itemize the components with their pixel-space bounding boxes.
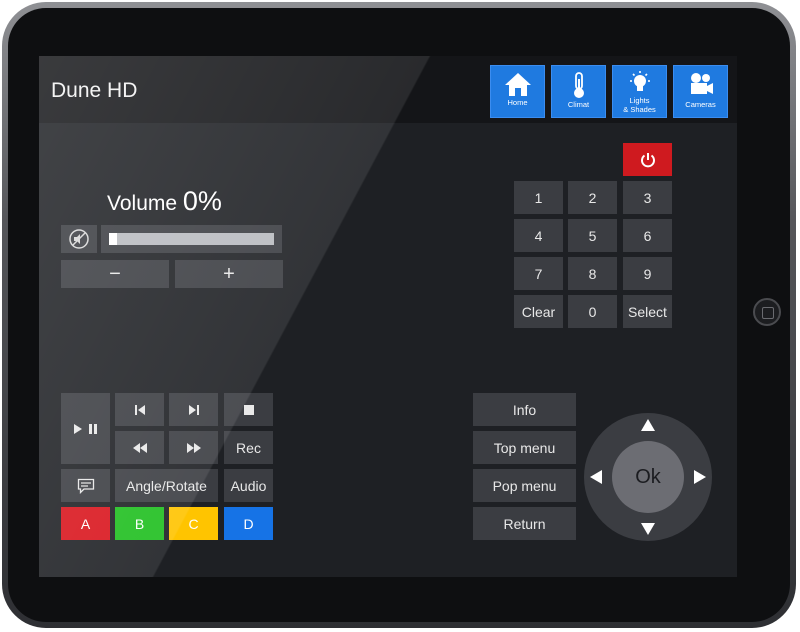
keypad-3[interactable]: 3: [623, 181, 672, 214]
mute-icon: [69, 229, 89, 249]
header-bar: Dune HD Home Climat Lights & Shades Came…: [39, 56, 737, 123]
nav-lights-label: Lights & Shades: [613, 96, 666, 114]
volume-up-button[interactable]: +: [175, 260, 283, 288]
fast-forward-icon: [186, 442, 201, 453]
rewind-button[interactable]: [115, 431, 164, 464]
stop-button[interactable]: [224, 393, 273, 426]
power-icon: [640, 152, 655, 167]
subtitles-button[interactable]: [61, 469, 110, 502]
nav-lights-button[interactable]: Lights & Shades: [612, 65, 667, 118]
tablet-home-button[interactable]: [753, 298, 781, 326]
rec-button[interactable]: Rec: [224, 431, 273, 464]
nav-cameras-label: Cameras: [685, 100, 716, 109]
angle-rotate-button[interactable]: Angle/Rotate: [115, 469, 218, 502]
volume-slider-track: [109, 233, 274, 245]
mute-button[interactable]: [61, 225, 97, 253]
keypad-select[interactable]: Select: [623, 295, 672, 328]
keypad-9[interactable]: 9: [623, 257, 672, 290]
volume-slider[interactable]: [101, 225, 282, 253]
keypad-8[interactable]: 8: [568, 257, 617, 290]
fast-forward-button[interactable]: [169, 431, 218, 464]
nav-climat-label: Climat: [567, 100, 590, 109]
color-button-a[interactable]: A: [61, 507, 110, 540]
color-button-d[interactable]: D: [224, 507, 273, 540]
video-camera-icon: [690, 73, 713, 94]
keypad-2[interactable]: 2: [568, 181, 617, 214]
pop-menu-button[interactable]: Pop menu: [473, 469, 576, 502]
light-bulb-icon: [629, 71, 650, 91]
power-button[interactable]: [623, 143, 672, 176]
dpad-down-arrow-icon[interactable]: [641, 523, 655, 535]
dpad-right-arrow-icon[interactable]: [694, 470, 706, 484]
color-button-b[interactable]: B: [115, 507, 164, 540]
skip-previous-icon: [134, 404, 145, 415]
play-pause-icon: [73, 423, 97, 434]
top-menu-button[interactable]: Top menu: [473, 431, 576, 464]
play-pause-button[interactable]: [61, 393, 110, 464]
volume-label: Volume: [107, 192, 178, 215]
next-track-button[interactable]: [169, 393, 218, 426]
subtitles-icon: [77, 478, 94, 494]
keypad-0[interactable]: 0: [568, 295, 617, 328]
navigation-dpad: Ok: [584, 413, 712, 541]
stop-icon: [243, 404, 254, 415]
volume-down-button[interactable]: −: [61, 260, 169, 288]
keypad-7[interactable]: 7: [514, 257, 563, 290]
nav-home-label: Home: [507, 98, 528, 107]
home-icon: [504, 73, 531, 96]
dpad-left-arrow-icon[interactable]: [590, 470, 602, 484]
page-title: Dune HD: [51, 79, 138, 102]
keypad-1[interactable]: 1: [514, 181, 563, 214]
color-button-c[interactable]: C: [169, 507, 218, 540]
keypad-4[interactable]: 4: [514, 219, 563, 252]
audio-button[interactable]: Audio: [224, 469, 273, 502]
return-button[interactable]: Return: [473, 507, 576, 540]
thermometer-icon: [573, 72, 584, 98]
previous-track-button[interactable]: [115, 393, 164, 426]
keypad-clear[interactable]: Clear: [514, 295, 563, 328]
dpad-up-arrow-icon[interactable]: [641, 419, 655, 431]
keypad-6[interactable]: 6: [623, 219, 672, 252]
nav-home-button[interactable]: Home: [490, 65, 545, 118]
skip-next-icon: [188, 404, 199, 415]
rewind-icon: [132, 442, 147, 453]
nav-climat-button[interactable]: Climat: [551, 65, 606, 118]
ok-button[interactable]: Ok: [612, 441, 684, 513]
volume-slider-handle[interactable]: [109, 233, 117, 245]
nav-cameras-button[interactable]: Cameras: [673, 65, 728, 118]
keypad-5[interactable]: 5: [568, 219, 617, 252]
nav-lights-label-line2: & Shades: [623, 104, 656, 114]
volume-value: 0%: [182, 186, 222, 216]
info-button[interactable]: Info: [473, 393, 576, 426]
remote-screen: Dune HD Home Climat Lights & Shades Came…: [39, 56, 737, 577]
volume-readout: Volume 0%: [107, 186, 222, 217]
